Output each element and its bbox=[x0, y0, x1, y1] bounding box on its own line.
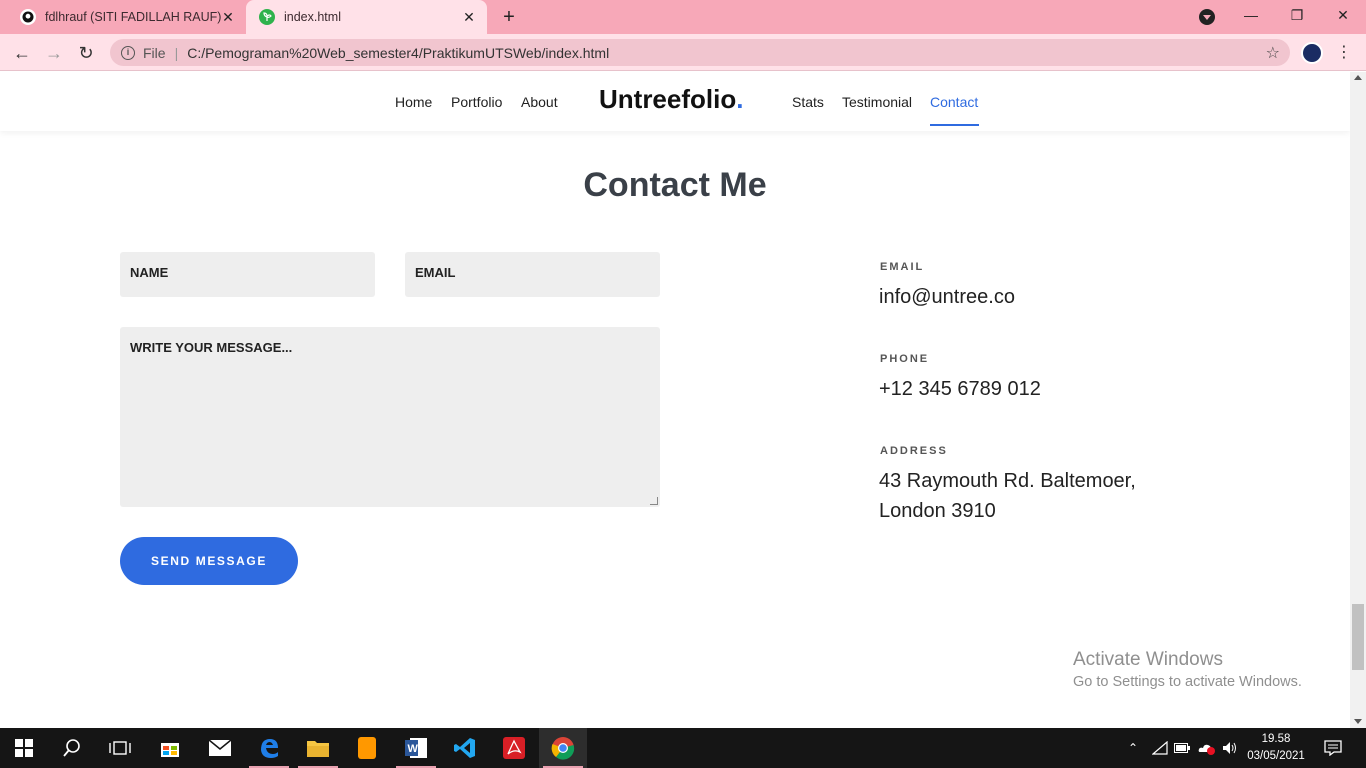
clock-date: 03/05/2021 bbox=[1247, 750, 1305, 762]
vscode-icon[interactable] bbox=[441, 728, 489, 768]
github-icon bbox=[20, 9, 36, 25]
chrome-icon[interactable] bbox=[539, 728, 587, 768]
onedrive-icon[interactable] bbox=[1198, 728, 1216, 768]
forward-arrow-icon[interactable]: → bbox=[41, 40, 67, 66]
email-value: info@untree.co bbox=[879, 286, 1015, 308]
page-scrollbar[interactable] bbox=[1350, 72, 1366, 728]
acrobat-icon[interactable] bbox=[490, 728, 538, 768]
edge-icon[interactable] bbox=[245, 728, 293, 768]
search-icon[interactable] bbox=[48, 728, 96, 768]
menu-kebab-icon[interactable]: ⋮ bbox=[1336, 42, 1352, 64]
address-separator: | bbox=[174, 44, 179, 61]
restore-icon[interactable]: ❐ bbox=[1274, 0, 1320, 30]
word-icon[interactable]: W bbox=[392, 728, 440, 768]
svg-text:W: W bbox=[408, 743, 419, 755]
site-logo[interactable]: Untreefolio. bbox=[599, 84, 743, 115]
nav-link-stats[interactable]: Stats bbox=[792, 94, 824, 110]
nav-link-home[interactable]: Home bbox=[395, 94, 432, 110]
tab-title: index.html bbox=[284, 10, 341, 24]
url-text[interactable]: C:/Pemograman%20Web_semester4/PraktikumU… bbox=[187, 45, 609, 61]
notifications-icon[interactable] bbox=[1324, 728, 1342, 768]
tab-github[interactable]: fdlhrauf (SITI FADILLAH RAUF) ✕ bbox=[0, 0, 246, 34]
scroll-down-icon[interactable] bbox=[1354, 719, 1362, 724]
email-placeholder: EMAIL bbox=[415, 265, 456, 280]
tab-close-icon[interactable]: ✕ bbox=[220, 9, 236, 25]
scroll-up-icon[interactable] bbox=[1354, 75, 1362, 80]
browser-tab-strip: fdlhrauf (SITI FADILLAH RAUF) ✕ index.ht… bbox=[0, 0, 1366, 34]
sublime-text-icon[interactable] bbox=[343, 728, 391, 768]
scrollbar-thumb[interactable] bbox=[1352, 604, 1364, 670]
store-icon[interactable] bbox=[146, 728, 194, 768]
phone-label: PHONE bbox=[880, 353, 930, 365]
battery-icon[interactable] bbox=[1174, 728, 1190, 768]
leaf-icon bbox=[259, 9, 275, 25]
email-label: EMAIL bbox=[880, 261, 925, 273]
tab-index[interactable]: index.html ✕ bbox=[246, 0, 487, 34]
address-line-1: 43 Raymouth Rd. Baltemoer, bbox=[879, 470, 1136, 492]
name-field[interactable]: NAME bbox=[120, 252, 375, 297]
reload-icon[interactable]: ↻ bbox=[73, 40, 99, 66]
scheme-label: File bbox=[143, 44, 166, 61]
section-title: Contact Me bbox=[583, 166, 767, 204]
window-close-icon[interactable]: ✕ bbox=[1320, 0, 1366, 30]
phone-value: +12 345 6789 012 bbox=[879, 378, 1041, 400]
profile-avatar[interactable] bbox=[1301, 42, 1323, 64]
message-placeholder: WRITE YOUR MESSAGE... bbox=[130, 340, 293, 355]
message-textarea[interactable]: WRITE YOUR MESSAGE... bbox=[120, 327, 660, 507]
nav-link-about[interactable]: About bbox=[521, 94, 558, 110]
tab-title: fdlhrauf (SITI FADILLAH RAUF) bbox=[45, 10, 222, 24]
active-nav-underline bbox=[930, 124, 979, 126]
mail-icon[interactable] bbox=[196, 728, 244, 768]
wifi-icon[interactable] bbox=[1152, 728, 1168, 768]
nav-link-portfolio[interactable]: Portfolio bbox=[451, 94, 502, 110]
browser-toolbar: ← → ↻ i File | C:/Pemograman%20Web_semes… bbox=[0, 34, 1366, 71]
tab-close-icon[interactable]: ✕ bbox=[461, 9, 477, 25]
address-label: ADDRESS bbox=[880, 445, 948, 457]
file-explorer-icon[interactable] bbox=[294, 728, 342, 768]
show-hidden-icons-chevron-icon[interactable]: ⌃ bbox=[1128, 728, 1138, 768]
clock-time: 19.58 bbox=[1261, 733, 1291, 745]
info-icon[interactable]: i bbox=[121, 45, 135, 60]
address-bar[interactable]: i File | C:/Pemograman%20Web_semester4/P… bbox=[110, 39, 1290, 66]
logo-dot: . bbox=[736, 84, 744, 114]
tab-search-icon[interactable] bbox=[1199, 9, 1215, 25]
watermark-title: Activate Windows bbox=[1073, 649, 1223, 670]
system-clock[interactable]: 19.58 03/05/2021 bbox=[1244, 731, 1308, 765]
send-message-button[interactable]: SEND MESSAGE bbox=[120, 537, 298, 585]
nav-link-contact[interactable]: Contact bbox=[930, 94, 978, 110]
minimize-icon[interactable]: — bbox=[1228, 0, 1274, 30]
nav-link-testimonial[interactable]: Testimonial bbox=[842, 94, 912, 110]
back-arrow-icon[interactable]: ← bbox=[9, 40, 35, 66]
name-placeholder: NAME bbox=[130, 265, 169, 280]
logo-text: Untreefolio bbox=[599, 84, 737, 114]
windows-taskbar: W ⌃ 19.58 03/05/2021 bbox=[0, 728, 1366, 768]
start-icon[interactable] bbox=[0, 728, 48, 768]
activate-windows-watermark: Activate Windows Go to Settings to activ… bbox=[1073, 649, 1302, 690]
email-field[interactable]: EMAIL bbox=[405, 252, 660, 297]
new-tab-button[interactable]: + bbox=[498, 7, 520, 29]
watermark-subtitle: Go to Settings to activate Windows. bbox=[1073, 674, 1302, 690]
address-line-2: London 3910 bbox=[879, 500, 996, 522]
task-view-icon[interactable] bbox=[96, 728, 144, 768]
page-viewport: Home Portfolio About Untreefolio. Stats … bbox=[0, 72, 1350, 728]
site-navbar: Home Portfolio About Untreefolio. Stats … bbox=[0, 72, 1350, 131]
resize-grip-icon[interactable] bbox=[650, 497, 658, 505]
volume-icon[interactable] bbox=[1222, 728, 1238, 768]
bookmark-star-icon[interactable]: ☆ bbox=[1266, 43, 1280, 63]
